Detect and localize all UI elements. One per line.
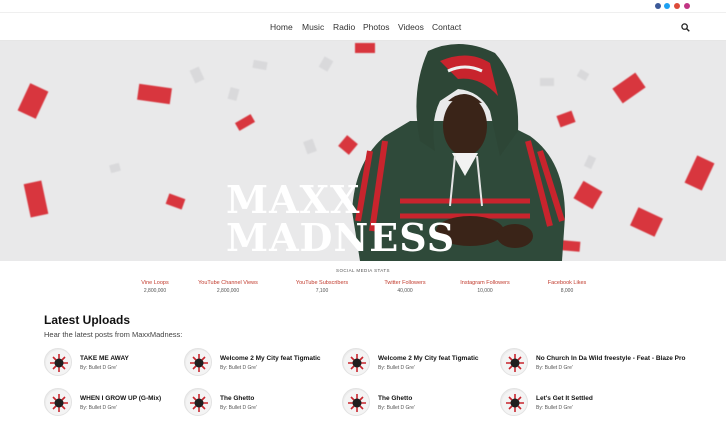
confetti-piece <box>234 114 256 131</box>
track-thumbnail[interactable] <box>44 348 72 376</box>
confetti-piece <box>252 59 268 71</box>
hero-banner: MAXX MADNESS <box>0 41 726 261</box>
track-thumbnail[interactable] <box>184 348 212 376</box>
stat-value: 40,000 <box>397 288 413 294</box>
track-artist: By: Bullet D Gre' <box>220 365 257 371</box>
track-artist: By: Bullet D Gre' <box>378 405 415 411</box>
track-title[interactable]: No Church In Da Wild freestyle - Feat - … <box>536 355 685 362</box>
confetti-piece <box>612 72 646 104</box>
twitter-icon[interactable] <box>664 3 670 9</box>
track-thumbnail[interactable] <box>342 388 370 416</box>
confetti-piece <box>684 155 715 191</box>
track-item[interactable]: The Ghetto By: Bullet D Gre' <box>184 388 334 418</box>
stat-value: 8,000 <box>560 288 574 294</box>
track-thumbnail[interactable] <box>500 388 528 416</box>
confetti-piece <box>227 87 240 101</box>
track-thumbnail[interactable] <box>44 388 72 416</box>
track-item[interactable]: The Ghetto By: Bullet D Gre' <box>342 388 492 418</box>
track-title[interactable]: The Ghetto <box>378 395 412 402</box>
confetti-piece <box>17 83 49 119</box>
nav-item-home[interactable]: Home <box>270 22 293 32</box>
latest-uploads-subtitle: Hear the latest posts from MaxxMadness: <box>44 330 183 339</box>
stat-value: 7,100 <box>315 288 329 294</box>
stat-value: 2,800,000 <box>216 288 240 294</box>
track-item[interactable]: WHEN I GROW UP (G-Mix) By: Bullet D Gre' <box>44 388 194 418</box>
facebook-icon[interactable] <box>655 3 661 9</box>
latest-uploads-title: Latest Uploads <box>44 313 131 327</box>
track-title[interactable]: WHEN I GROW UP (G-Mix) <box>80 395 161 402</box>
stat-label[interactable]: Instagram Followers <box>440 280 530 286</box>
stats-heading: SOCIAL MEDIA STATS <box>336 268 390 273</box>
track-artist: By: Bullet D Gre' <box>220 405 257 411</box>
confetti-piece <box>576 69 590 81</box>
confetti-piece <box>165 193 186 210</box>
instagram-icon[interactable] <box>684 3 690 9</box>
confetti-piece <box>137 83 172 105</box>
confetti-piece <box>23 180 49 218</box>
hero-title-line1: MAXX <box>226 177 361 222</box>
stat-facebook-likes: Facebook Likes 8,000 <box>522 280 612 294</box>
stat-label[interactable]: Twitter Followers <box>360 280 450 286</box>
stat-label[interactable]: Facebook Likes <box>522 280 612 286</box>
track-artist: By: Bullet D Gre' <box>80 405 117 411</box>
confetti-piece <box>573 180 603 210</box>
track-title[interactable]: TAKE ME AWAY <box>80 355 129 362</box>
track-item[interactable]: Welcome 2 My City feat Tigmatic By: Bull… <box>184 348 334 378</box>
hero-title-line2: MADNESS <box>226 215 456 260</box>
track-title[interactable]: Let's Get It Settled <box>536 395 593 402</box>
stat-twitter-followers: Twitter Followers 40,000 <box>360 280 450 294</box>
track-item[interactable]: Let's Get It Settled By: Bullet D Gre' <box>500 388 650 418</box>
nav-item-music[interactable]: Music <box>302 22 324 32</box>
confetti-piece <box>318 56 334 72</box>
track-title[interactable]: Welcome 2 My City feat Tigmatic <box>378 355 479 362</box>
track-artist: By: Bullet D Gre' <box>536 405 573 411</box>
nav-item-photos[interactable]: Photos <box>363 22 389 32</box>
confetti-piece <box>109 162 121 174</box>
track-artist: By: Bullet D Gre' <box>378 365 415 371</box>
nav-item-videos[interactable]: Videos <box>398 22 424 32</box>
track-item[interactable]: Welcome 2 My City feat Tigmatic By: Bull… <box>342 348 492 378</box>
confetti-piece <box>189 66 205 84</box>
confetti-piece <box>303 138 317 155</box>
track-item[interactable]: TAKE ME AWAY By: Bullet D Gre' <box>44 348 194 378</box>
track-item[interactable]: No Church In Da Wild freestyle - Feat - … <box>500 348 700 378</box>
confetti-piece <box>583 154 597 170</box>
stat-instagram-followers: Instagram Followers 10,000 <box>440 280 530 294</box>
social-bar <box>0 0 726 12</box>
track-title[interactable]: Welcome 2 My City feat Tigmatic <box>220 355 321 362</box>
nav-item-contact[interactable]: Contact <box>432 22 461 32</box>
track-thumbnail[interactable] <box>500 348 528 376</box>
search-icon[interactable] <box>681 23 690 32</box>
track-thumbnail[interactable] <box>342 348 370 376</box>
confetti-piece <box>630 207 663 237</box>
nav-item-radio[interactable]: Radio <box>333 22 355 32</box>
stat-value: 10,000 <box>477 288 493 294</box>
google-plus-icon[interactable] <box>674 3 680 9</box>
stat-youtube-subscribers: YouTube Subscribers 7,100 <box>277 280 367 294</box>
stat-youtube-views: YouTube Channel Views 2,800,000 <box>183 280 273 294</box>
track-artist: By: Bullet D Gre' <box>536 365 573 371</box>
stat-label[interactable]: YouTube Channel Views <box>183 280 273 286</box>
stat-label[interactable]: YouTube Subscribers <box>277 280 367 286</box>
main-nav: Home Music Radio Photos Videos Contact <box>0 12 726 41</box>
track-title[interactable]: The Ghetto <box>220 395 254 402</box>
track-artist: By: Bullet D Gre' <box>80 365 117 371</box>
track-thumbnail[interactable] <box>184 388 212 416</box>
